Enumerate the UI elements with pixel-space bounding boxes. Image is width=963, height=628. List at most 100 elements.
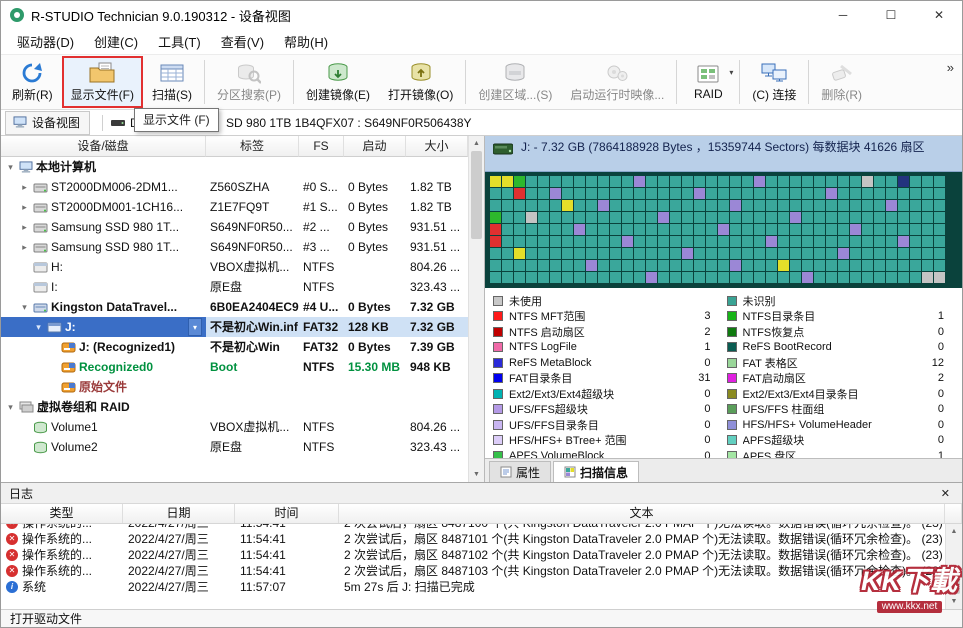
- scan-block: [610, 212, 621, 223]
- tree-row[interactable]: ▾Kingston DataTravel...6B0EA2404EC9#4 U.…: [1, 297, 468, 317]
- toolbar-button-label: 创建区域...(S): [478, 86, 552, 103]
- log-row[interactable]: ✕操作系统的...2022/4/27/周三11:54:412 次尝试后，扇区 8…: [1, 547, 945, 563]
- log-row[interactable]: ✕操作系统的...2022/4/27/周三11:54:412 次尝试后，扇区 8…: [1, 524, 945, 531]
- scan-block: [634, 260, 645, 271]
- maximize-button[interactable]: ☐: [884, 8, 898, 22]
- scan-block: [886, 260, 897, 271]
- tree-row[interactable]: ▸ST2000DM006-2DM1...Z560SZHA#0 S...0 Byt…: [1, 177, 468, 197]
- tab-properties[interactable]: 属性: [489, 461, 551, 482]
- tab-device-view[interactable]: 设备视图: [5, 111, 90, 135]
- tree-column-header-2[interactable]: 标签: [206, 136, 299, 157]
- legend-value: 0: [936, 341, 954, 353]
- scan-block: [634, 236, 645, 247]
- legend-left-column: 未使用NTFS MFT范围3NTFS 启动扇区2NTFS LogFile1ReF…: [493, 293, 721, 458]
- scroll-down-icon[interactable]: ▼: [469, 467, 484, 482]
- toolbar-overflow-button[interactable]: »: [941, 56, 960, 79]
- scan-block: [670, 176, 681, 187]
- expander-expanded-icon[interactable]: ▾: [33, 317, 44, 337]
- tree-column-header-5[interactable]: 大小: [406, 136, 468, 157]
- error-icon: ✕: [6, 533, 18, 545]
- raid-button[interactable]: ▾RAID: [680, 56, 736, 108]
- tree-row[interactable]: ▸Samsung SSD 980 1T...S649NF0R50...#3 ..…: [1, 237, 468, 257]
- scan-button[interactable]: 扫描(S): [143, 56, 201, 108]
- scan-block: [814, 188, 825, 199]
- log-scrollbar-thumb[interactable]: [949, 568, 960, 594]
- tree-row[interactable]: ▸H:VBOX虚拟机...NTFS804.26 ...: [1, 257, 468, 277]
- partition-search-button[interactable]: 分区搜索(P): [208, 56, 290, 108]
- expander-expanded-icon[interactable]: ▾: [5, 397, 16, 417]
- show-files-button[interactable]: 显示文件(F): [62, 56, 143, 108]
- expander-expanded-icon[interactable]: ▾: [5, 157, 16, 177]
- connect-button[interactable]: (C) 连接: [743, 56, 805, 108]
- scan-block: [634, 188, 645, 199]
- log-row[interactable]: ✕操作系统的...2022/4/27/周三11:54:412 次尝试后，扇区 8…: [1, 531, 945, 547]
- scan-block: [694, 260, 705, 271]
- menu-item-1[interactable]: 驱动器(D): [7, 29, 84, 54]
- expander-expanded-icon[interactable]: ▾: [19, 297, 30, 317]
- log-column-header-1[interactable]: 类型: [1, 504, 123, 523]
- log-title-bar: 日志 ✕: [1, 483, 962, 504]
- menu-item-2[interactable]: 创建(C): [84, 29, 148, 54]
- tree-row[interactable]: ▸Volume1VBOX虚拟机...NTFS804.26 ...: [1, 417, 468, 437]
- tree-column-header-4[interactable]: 启动: [344, 136, 406, 157]
- scan-block: [586, 224, 597, 235]
- log-row-date: 2022/4/27/周三: [123, 579, 235, 595]
- tab-scan-info[interactable]: 扫描信息: [553, 461, 639, 482]
- scan-block: [898, 212, 909, 223]
- menu-item-4[interactable]: 查看(V): [211, 29, 274, 54]
- tree-row[interactable]: ▸Recognized0BootNTFS15.30 MB948 KB: [1, 357, 468, 377]
- expander-collapsed-icon[interactable]: ▸: [19, 217, 30, 237]
- scrollbar-thumb[interactable]: [471, 151, 482, 239]
- log-close-icon[interactable]: ✕: [937, 487, 954, 500]
- log-type-text: 操作系统的...: [22, 524, 92, 531]
- tree-row[interactable]: ▸J: (Recognized1)不是初心WinFAT320 Bytes7.39…: [1, 337, 468, 357]
- tree-column-headers: 设备/磁盘标签FS启动大小: [1, 136, 468, 157]
- log-column-header-2[interactable]: 日期: [123, 504, 235, 523]
- log-scroll-down-icon[interactable]: ▼: [946, 594, 962, 609]
- tree-scrollbar[interactable]: ▲ ▼: [468, 136, 485, 482]
- tree-row[interactable]: ▸Samsung SSD 980 1T...S649NF0R50...#2 ..…: [1, 217, 468, 237]
- create-image-button[interactable]: 创建镜像(E): [297, 56, 379, 108]
- scan-block: [526, 272, 537, 283]
- error-icon: ✕: [6, 565, 18, 577]
- menu-item-3[interactable]: 工具(T): [148, 29, 211, 54]
- tree-row-label: S649NF0R50...: [206, 217, 299, 237]
- scan-block: [934, 200, 945, 211]
- tree-row[interactable]: ▸Volume2原E盘NTFS323.43 ...: [1, 437, 468, 457]
- tree-column-header-3[interactable]: FS: [299, 136, 344, 157]
- close-button[interactable]: ✕: [932, 8, 946, 22]
- menu-item-5[interactable]: 帮助(H): [274, 29, 338, 54]
- tree-row[interactable]: ▸ST2000DM001-1CH16...Z1E7FQ9T#1 S...0 By…: [1, 197, 468, 217]
- delete-button[interactable]: 删除(R): [812, 56, 871, 108]
- create-region-button[interactable]: 创建区域...(S): [469, 56, 561, 108]
- tree-row[interactable]: ▸原始文件: [1, 377, 468, 397]
- log-row[interactable]: ✕操作系统的...2022/4/27/周三11:54:412 次尝试后，扇区 8…: [1, 563, 945, 579]
- log-column-header-3[interactable]: 时间: [235, 504, 339, 523]
- dropdown-arrow-icon[interactable]: ▾: [729, 68, 733, 77]
- log-column-header-4[interactable]: 文本: [339, 504, 945, 523]
- minimize-button[interactable]: ─: [836, 8, 850, 22]
- scan-block: [634, 248, 645, 259]
- scroll-up-icon[interactable]: ▲: [469, 136, 484, 151]
- tree-row[interactable]: ▾J:▾不是初心Win.infFAT32128 KB7.32 GB: [1, 317, 468, 337]
- tree-row[interactable]: ▾虚拟卷组和 RAID: [1, 397, 468, 417]
- scan-block: [550, 176, 561, 187]
- log-row[interactable]: i系统2022/4/27/周三11:57:075m 27s 后 J: 扫描已完成: [1, 579, 945, 595]
- log-scrollbar[interactable]: ▲ ▼: [945, 524, 962, 609]
- expander-collapsed-icon[interactable]: ▸: [19, 237, 30, 257]
- tree-row[interactable]: ▸I:原E盘NTFS323.43 ...: [1, 277, 468, 297]
- log-row-time: 11:54:41: [235, 547, 339, 563]
- expander-collapsed-icon[interactable]: ▸: [19, 197, 30, 217]
- tree-row[interactable]: ▾本地计算机: [1, 157, 468, 177]
- scan-block: [670, 260, 681, 271]
- refresh-button[interactable]: 刷新(R): [3, 56, 62, 108]
- log-scroll-up-icon[interactable]: ▲: [946, 524, 962, 539]
- runtime-image-button[interactable]: 启动运行时映像...: [561, 56, 673, 108]
- log-panel: 日志 ✕ 类型日期时间文本 ✕操作系统的...2022/4/27/周三11:54…: [1, 483, 962, 609]
- expander-collapsed-icon[interactable]: ▸: [19, 177, 30, 197]
- open-image-button[interactable]: 打开镜像(O): [379, 56, 462, 108]
- tooltip: 显示文件 (F): [134, 108, 219, 132]
- tree-column-header-1[interactable]: 设备/磁盘: [1, 136, 206, 157]
- scan-block: [646, 248, 657, 259]
- combo-dropdown-icon[interactable]: ▾: [188, 318, 202, 336]
